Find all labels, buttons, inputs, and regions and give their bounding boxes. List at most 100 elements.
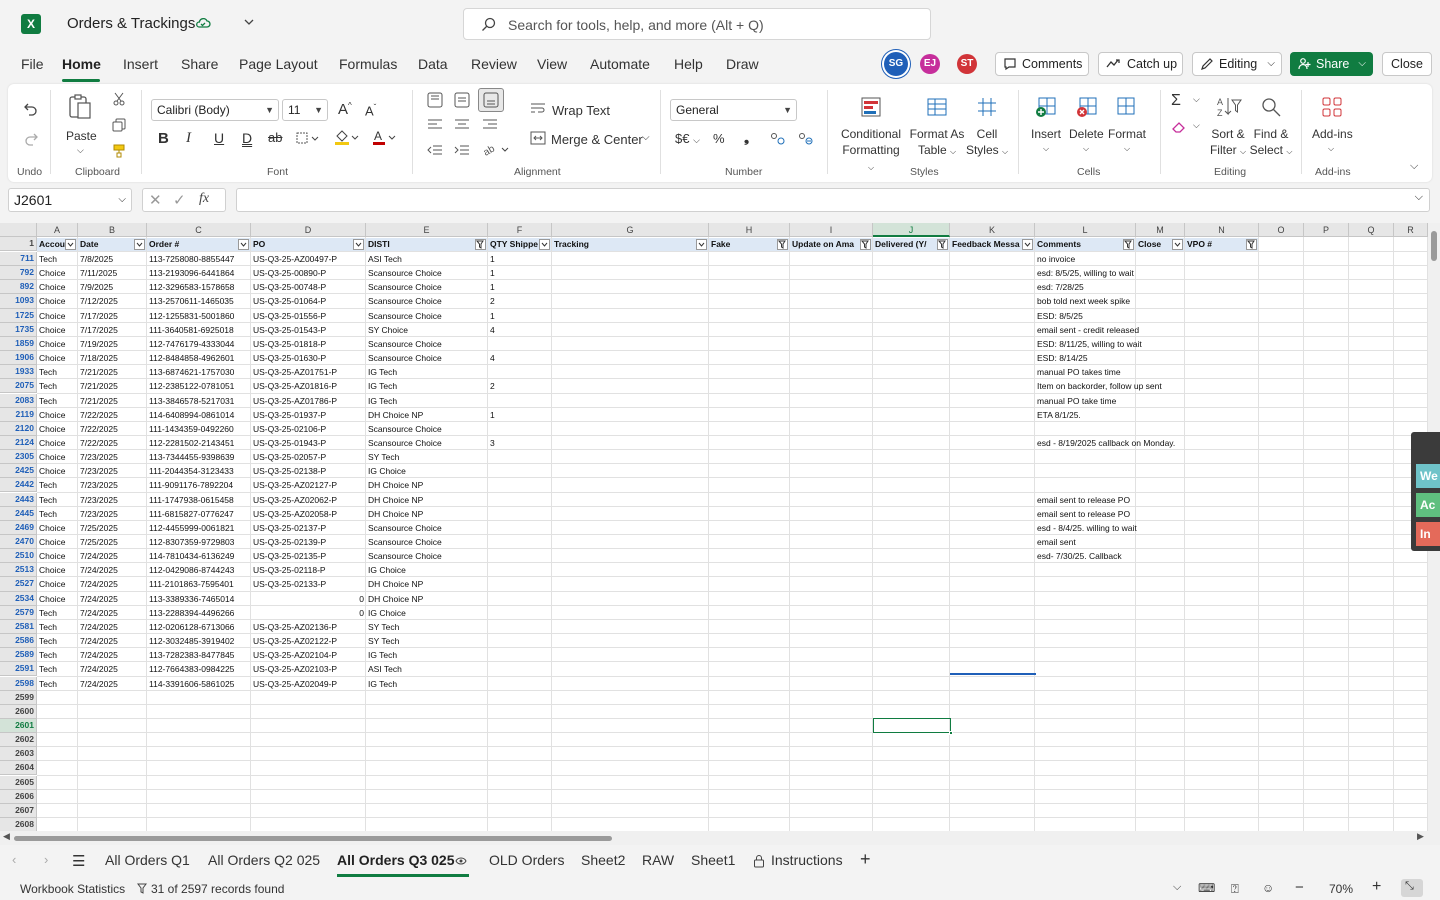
shrink-font-icon[interactable]: Aˇ [365,103,376,118]
merge-center-button[interactable]: Merge & Center [551,132,643,147]
table-cell[interactable]: 112-7476179-4333044 [147,337,251,351]
comma-style-icon[interactable]: ❟ [744,130,749,146]
table-cell[interactable]: US-Q3-25-AZ02104-P [251,648,366,662]
table-cell[interactable]: 112-4455999-0061821 [147,521,251,535]
row-header[interactable]: 1093 [0,294,37,309]
table-cell[interactable]: 7/12/2025 [78,294,147,308]
table-cell[interactable]: US-Q3-25-AZ01751-P [251,365,366,379]
column-header[interactable]: H [709,223,790,237]
side-widget-item[interactable]: We [1416,464,1440,488]
menu-draw[interactable]: Draw [726,56,759,72]
table-cell[interactable]: 7/21/2025 [78,394,147,408]
keyboard-icon[interactable]: ⌨ [1198,881,1215,895]
table-cell[interactable]: 112-8307359-9729803 [147,535,251,549]
column-header[interactable]: N [1185,223,1259,237]
insert-cells-icon[interactable] [1035,96,1057,118]
table-cell[interactable]: US-Q3-25-01818-P [251,337,366,351]
table-cell[interactable]: 111-9091176-7892204 [147,478,251,492]
table-cell[interactable]: US-Q3-25-AZ02122-P [251,634,366,648]
increase-decimal-icon[interactable] [770,132,786,146]
grow-font-icon[interactable]: A^ [338,101,352,118]
table-cell[interactable]: 112-8484858-4962601 [147,351,251,365]
table-cell[interactable]: Scansource Choice [366,280,488,294]
table-cell[interactable]: 7/23/2025 [78,464,147,478]
table-cell[interactable]: Choice [37,294,78,308]
table-cell[interactable]: esd: 8/5/25, willing to wait [1035,266,1365,280]
table-cell[interactable]: no invoice [1035,252,1365,266]
accounting-format-icon[interactable]: $€ ⌵ [675,131,700,146]
table-cell[interactable]: 1 [488,309,552,323]
table-cell[interactable]: US-Q3-25-AZ02103-P [251,662,366,676]
row-header[interactable]: 2075 [0,379,37,394]
row-header[interactable]: 1 [0,237,37,252]
orientation-icon[interactable]: ab [482,142,510,158]
table-cell[interactable]: US-Q3-25-02133-P [251,577,366,591]
filter-dropdown-button[interactable] [696,239,707,250]
row-header[interactable]: 1859 [0,336,37,351]
chevron-down-icon[interactable]: ⌵ [1193,120,1200,131]
row-header[interactable]: 2305 [0,450,37,465]
table-cell[interactable]: 3 [488,436,552,450]
insert-cells-button[interactable]: Insert [1031,126,1061,142]
table-cell[interactable]: US-Q3-25-01064-P [251,294,366,308]
autosum-icon[interactable]: Σ [1171,92,1181,110]
table-cell[interactable]: 111-1747938-0615458 [147,493,251,507]
table-cell[interactable]: 7/24/2025 [78,677,147,691]
table-cell[interactable]: US-Q3-25-01630-P [251,351,366,365]
table-cell[interactable]: 113-3846578-5217031 [147,394,251,408]
row-header[interactable]: 2600 [0,704,37,719]
table-cell[interactable]: 113-7258080-8855447 [147,252,251,266]
table-cell[interactable]: US-Q3-25-AZ01816-P [251,379,366,393]
align-right-icon[interactable] [482,118,498,132]
table-cell[interactable]: 112-7664383-0984225 [147,662,251,676]
format-as-table-button[interactable]: Format As Table ⌵ [908,126,966,160]
table-cell[interactable]: 7/24/2025 [78,648,147,662]
share-button[interactable]: Share ⌵ [1290,52,1373,76]
menu-view[interactable]: View [537,56,567,72]
table-cell[interactable]: Choice [37,266,78,280]
table-cell[interactable]: US-Q3-25-AZ02136-P [251,620,366,634]
table-cell[interactable]: 7/22/2025 [78,436,147,450]
table-cell[interactable]: 114-7810434-6136249 [147,549,251,563]
table-cell[interactable]: Choice [37,323,78,337]
font-color-icon[interactable]: A [372,130,398,146]
comments-button[interactable]: Comments [995,52,1089,76]
filter-dropdown-button[interactable] [1246,239,1257,250]
row-header[interactable]: 711 [0,252,37,267]
table-cell[interactable]: 7/23/2025 [78,493,147,507]
row-header[interactable]: 2442 [0,478,37,493]
table-cell[interactable]: Scansource Choice [366,266,488,280]
table-cell[interactable]: DH Choice NP [366,493,488,507]
table-cell[interactable]: 113-6874621-1757030 [147,365,251,379]
format-as-table-icon[interactable] [926,96,948,118]
menu-review[interactable]: Review [471,56,517,72]
column-header[interactable]: L [1035,223,1136,237]
table-cell[interactable]: 113-7282383-8477845 [147,648,251,662]
conditional-formatting-button[interactable]: Conditional Formatting ⌵ [838,126,904,176]
tab-all-orders-q1[interactable]: All Orders Q1 [105,852,190,868]
table-cell[interactable]: 7/25/2025 [78,521,147,535]
avatar-ej[interactable]: EJ [920,54,940,74]
table-cell[interactable]: 7/24/2025 [78,549,147,563]
align-left-icon[interactable] [427,118,443,132]
table-cell[interactable]: US-Q3-25-AZ02062-P [251,493,366,507]
column-header[interactable]: Q [1349,223,1394,237]
table-cell[interactable]: Choice [37,351,78,365]
decrease-indent-icon[interactable] [427,144,443,158]
table-cell[interactable]: ETA 8/1/25. [1035,408,1365,422]
bold-icon[interactable]: B [158,130,169,147]
table-cell[interactable]: esd: 7/28/25 [1035,280,1365,294]
column-header[interactable]: M [1136,223,1185,237]
table-cell[interactable]: 7/21/2025 [78,365,147,379]
chevron-down-icon[interactable]: ⌵ [77,142,84,158]
table-cell[interactable]: Scansource Choice [366,422,488,436]
tab-all-orders-q2[interactable]: All Orders Q2 025 [208,852,320,868]
row-header[interactable]: 2607 [0,803,37,818]
table-cell[interactable]: 111-2044354-3123433 [147,464,251,478]
table-cell[interactable]: ASI Tech [366,252,488,266]
row-header[interactable]: 2120 [0,421,37,436]
table-cell[interactable]: Choice [37,592,78,606]
table-cell[interactable]: US-Q3-25-00890-P [251,266,366,280]
document-title[interactable]: Orders & Trackings [67,15,195,32]
table-cell[interactable]: 7/21/2025 [78,379,147,393]
